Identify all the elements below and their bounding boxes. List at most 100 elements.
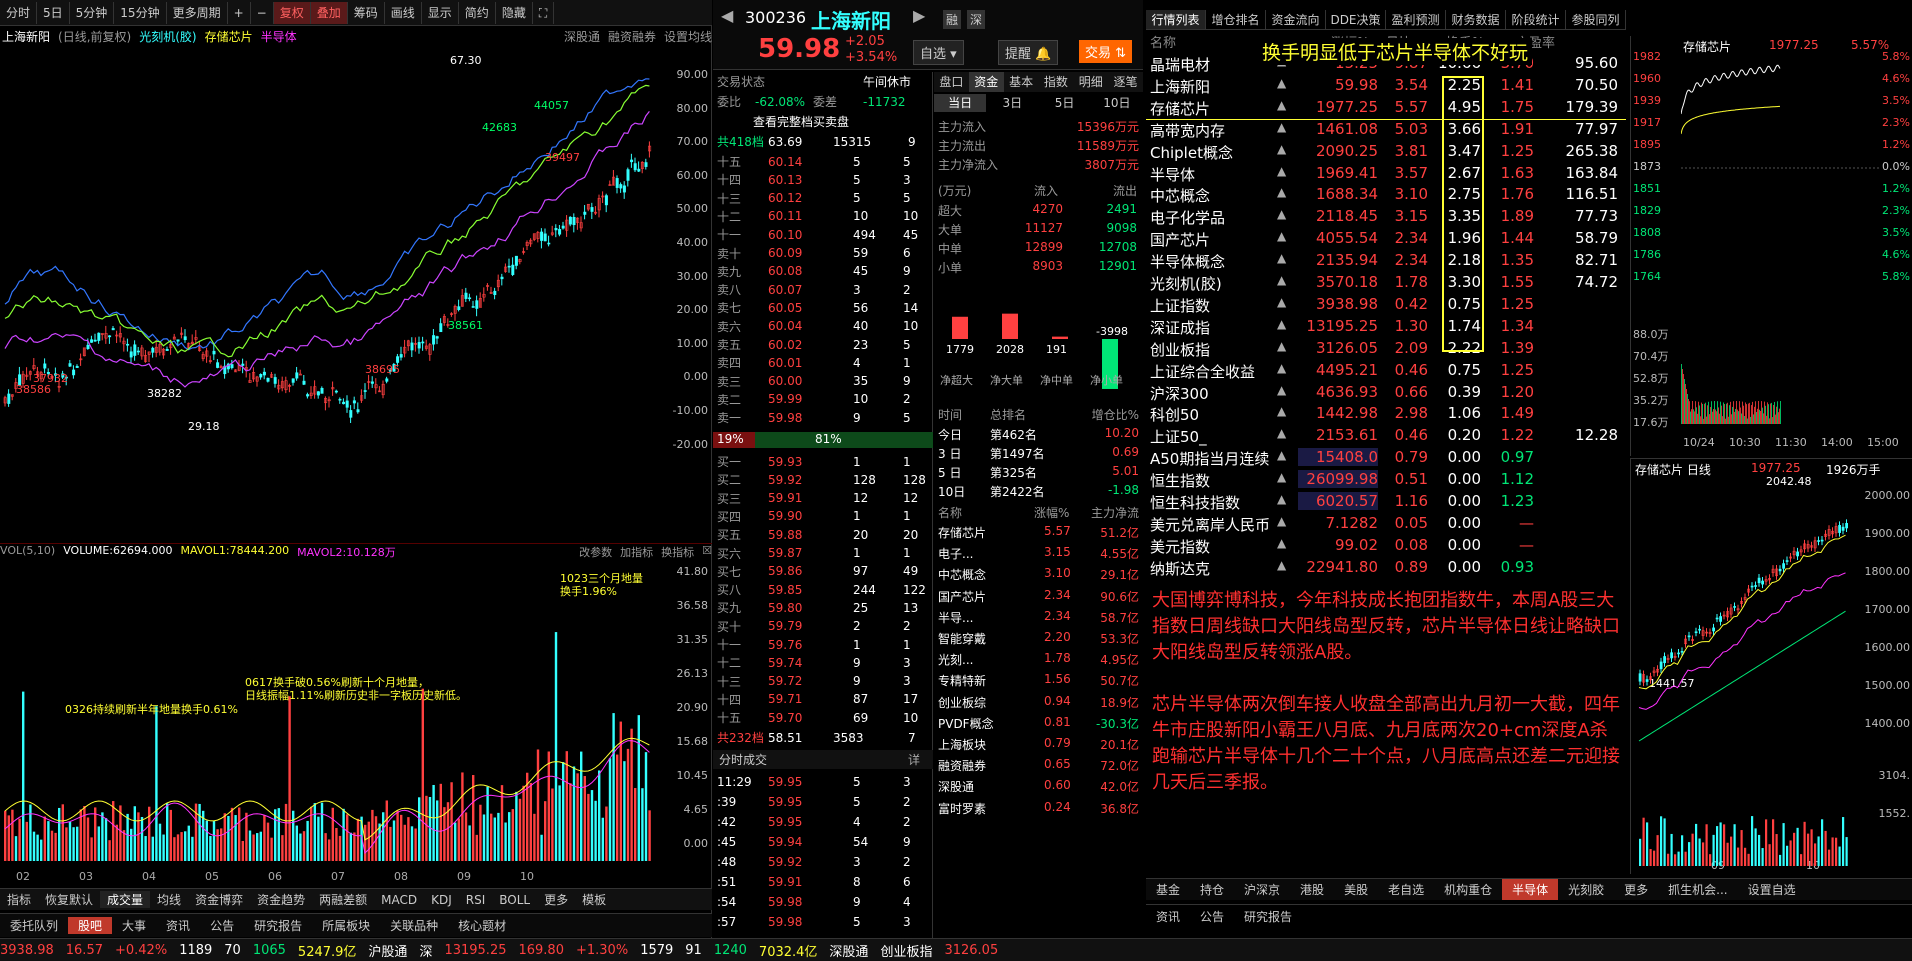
indicator-tab[interactable]: 资金趋势 (250, 891, 312, 908)
full-depth-row[interactable]: 查看完整档买卖盘 (713, 112, 933, 131)
sgt-button[interactable]: 深股通 (564, 28, 600, 46)
market-row[interactable]: A50期指当月连续 ▲ 15408.0 0.79 0.00 0.97 (1146, 448, 1626, 470)
fund-period-tab[interactable]: 当日 (934, 94, 987, 112)
fund-tab[interactable]: 逐笔 (1108, 72, 1143, 92)
draw-line-button[interactable]: 画线 (385, 1, 422, 24)
sgt-link[interactable]: 深股通 (829, 941, 868, 960)
market-row[interactable]: 光刻机(胶) ▲ 3570.18 1.78 3.30 1.55 74.72 (1146, 273, 1626, 295)
fund-tab[interactable]: 资金 (968, 72, 1004, 92)
news-tab[interactable]: 研究报告 (1234, 906, 1302, 928)
market-row[interactable]: 沪深300 ▲ 4636.93 0.66 0.39 1.20 (1146, 383, 1626, 405)
alert-bell-icon[interactable]: ▲ (1277, 448, 1286, 462)
chips-button[interactable]: 筹码 (348, 1, 385, 24)
indicator-tab[interactable]: 指标 (0, 891, 38, 908)
next-stock-icon[interactable]: ▶ (913, 6, 925, 25)
overlay-storage-tag[interactable]: 存储芯片 (205, 28, 253, 46)
alert-bell-icon[interactable]: ▲ (1277, 229, 1286, 243)
fund-tab[interactable]: 基本 (1004, 72, 1039, 92)
group-tab[interactable]: 设置自选 (1738, 879, 1806, 900)
alert-button[interactable]: 提醒 🔔 (998, 40, 1059, 65)
switch-indicator-button[interactable]: 换指标 (661, 544, 694, 561)
news-tab[interactable]: 资讯 (1146, 906, 1190, 928)
alert-bell-icon[interactable]: ▲ (1277, 558, 1286, 572)
alert-bell-icon[interactable]: ▲ (1277, 98, 1286, 112)
fund-period-tab[interactable]: 3日 (986, 94, 1038, 112)
alert-bell-icon[interactable]: ▲ (1277, 251, 1286, 265)
tab-timeshare[interactable]: 分时 (0, 1, 38, 24)
market-tab[interactable]: 阶段统计 (1506, 10, 1566, 29)
market-row[interactable]: 纳斯达克 ▲ 22941.80 0.89 0.00 0.93 (1146, 558, 1626, 580)
ma-settings-button[interactable]: 设置均线 (664, 28, 712, 46)
group-tab[interactable]: 半导体 (1502, 879, 1559, 900)
group-tab[interactable]: 更多 (1614, 879, 1658, 900)
group-tab[interactable]: 沪深京 (1234, 879, 1290, 900)
info-tab[interactable]: 大事 (112, 917, 156, 934)
group-tab[interactable]: 美股 (1334, 879, 1378, 900)
alert-bell-icon[interactable]: ▲ (1277, 142, 1286, 156)
news-tab[interactable]: 公告 (1190, 906, 1234, 928)
info-tab[interactable]: 公告 (200, 917, 244, 934)
indicator-tab[interactable]: BOLL (492, 893, 537, 907)
alert-bell-icon[interactable]: ▲ (1277, 76, 1286, 90)
zoom-in-button[interactable]: + (228, 1, 251, 24)
tab-15min[interactable]: 15分钟 (114, 1, 167, 24)
market-tab[interactable]: 财务数据 (1446, 10, 1506, 29)
overlay-lithography-tag[interactable]: 光刻机(胶) (139, 28, 196, 46)
market-row[interactable]: 高带宽内存 ▲ 1461.08 5.03 3.66 1.91 77.97 (1146, 120, 1626, 142)
market-row[interactable]: 创业板指 ▲ 3126.05 2.09 2.22 1.39 (1146, 339, 1626, 361)
alert-bell-icon[interactable]: ▲ (1277, 317, 1286, 331)
group-tab[interactable]: 机构重仓 (1434, 879, 1502, 900)
kline-chart[interactable]: 67.30 29.18 44057 42683 39497 38561 38695 38282… (0, 46, 665, 540)
market-tab[interactable]: 参股同列 (1566, 10, 1626, 29)
fund-tab[interactable]: 盘口 (934, 72, 969, 92)
prev-stock-icon[interactable]: ◀ (721, 6, 733, 25)
market-tab[interactable]: 资金流向 (1266, 10, 1326, 29)
fund-tab[interactable]: 指数 (1038, 72, 1073, 92)
fullscreen-icon[interactable]: ⛶ (533, 1, 555, 24)
market-tab[interactable]: 增仓排名 (1206, 10, 1266, 29)
indicator-tab[interactable]: KDJ (424, 893, 459, 907)
group-tab[interactable]: 老自选 (1378, 879, 1434, 900)
details-link[interactable]: 详 (908, 751, 920, 768)
alert-bell-icon[interactable]: ▲ (1277, 339, 1286, 353)
trade-button[interactable]: 交易 ⇅ (1079, 40, 1133, 63)
alert-bell-icon[interactable]: ▲ (1277, 383, 1286, 397)
alert-bell-icon[interactable]: ▲ (1277, 273, 1286, 287)
market-row[interactable]: 上证50_ ▲ 2153.61 0.46 0.20 1.22 12.28 (1146, 426, 1626, 448)
hgt-link[interactable]: 沪股通 (368, 941, 407, 960)
market-row[interactable]: 上证综合全收益 ▲ 4495.21 0.46 0.75 1.25 (1146, 361, 1626, 383)
simple-button[interactable]: 简约 (459, 1, 496, 24)
alert-bell-icon[interactable]: ▲ (1277, 207, 1286, 221)
close-icon[interactable]: ☒ (702, 544, 712, 561)
market-tab[interactable]: DDE决策 (1326, 10, 1386, 29)
fund-tab[interactable]: 明细 (1073, 72, 1108, 92)
market-row[interactable]: 上证指数 ▲ 3938.98 0.42 0.75 1.25 (1146, 295, 1626, 317)
market-row[interactable]: 美元兑离岸人民币 ▲ 7.1282 0.05 0.00 — (1146, 514, 1626, 536)
add-indicator-button[interactable]: 加指标 (620, 544, 653, 561)
indicator-tab[interactable]: 恢复默认 (38, 891, 100, 908)
alert-bell-icon[interactable]: ▲ (1277, 426, 1286, 440)
sector-daily-chart[interactable]: 存储芯片 日线 1977.25 1926万手 2042.48 1441.57 2000.0… (1630, 458, 1912, 874)
restore-rights-button[interactable]: 复权 (273, 1, 311, 24)
overlay-button[interactable]: 叠加 (310, 1, 348, 24)
market-row[interactable]: 中芯概念 ▲ 1688.34 3.10 2.75 1.76 116.51 (1146, 185, 1626, 207)
alert-bell-icon[interactable]: ▲ (1277, 295, 1286, 309)
market-row[interactable]: 存储芯片 ▲ 1977.25 5.57 4.95 1.75 179.39 (1146, 98, 1626, 120)
market-row[interactable]: 半导体 ▲ 1969.41 3.57 2.67 1.63 163.84 (1146, 164, 1626, 186)
market-row[interactable]: 恒生指数 ▲ 26099.98 0.51 0.00 1.12 (1146, 470, 1626, 492)
display-button[interactable]: 显示 (422, 1, 459, 24)
more-periods-dropdown[interactable]: 更多周期 (167, 1, 228, 24)
fund-period-tab[interactable]: 5日 (1039, 94, 1091, 112)
market-row[interactable]: 美元指数 ▲ 99.02 0.08 0.00 — (1146, 536, 1626, 558)
info-tab[interactable]: 资讯 (156, 917, 200, 934)
indicator-tab[interactable]: MACD (374, 893, 424, 907)
hide-button[interactable]: 隐藏 (496, 1, 533, 24)
info-tab[interactable]: 委托队列 (0, 917, 68, 934)
alert-bell-icon[interactable]: ▲ (1277, 492, 1286, 506)
info-tab[interactable]: 核心题材 (448, 917, 516, 934)
info-tab[interactable]: 研究报告 (244, 917, 312, 934)
indicator-tab[interactable]: 资金博弈 (188, 891, 250, 908)
indicator-tab[interactable]: 均线 (150, 891, 188, 908)
alert-bell-icon[interactable]: ▲ (1277, 514, 1286, 528)
tab-5min[interactable]: 5分钟 (70, 1, 115, 24)
